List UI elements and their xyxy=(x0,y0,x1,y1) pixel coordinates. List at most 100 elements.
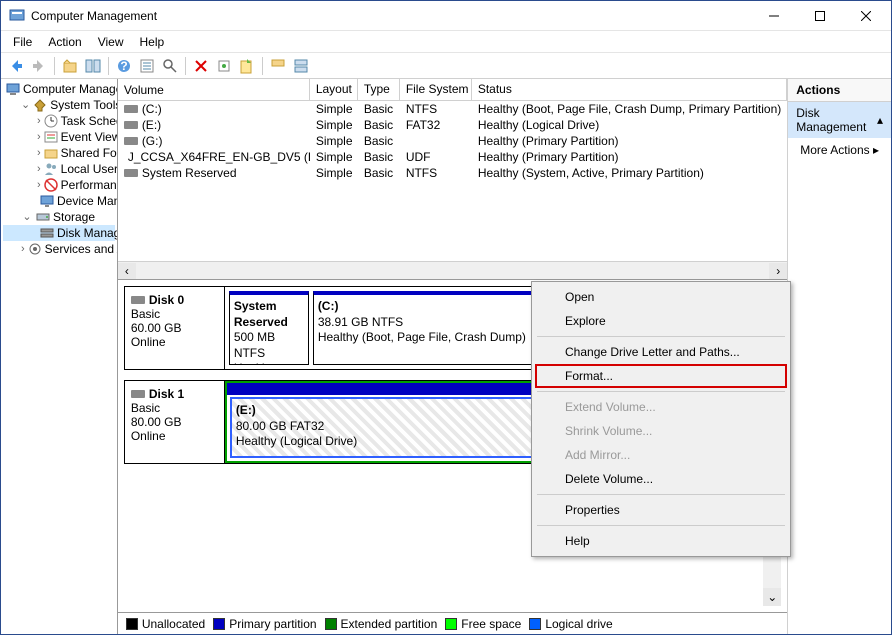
tree-storage[interactable]: ⌄Storage xyxy=(3,209,115,225)
computer-icon xyxy=(5,81,21,97)
refresh-button[interactable] xyxy=(236,55,258,77)
tree-disk-management[interactable]: Disk Management xyxy=(3,225,115,241)
tree-services[interactable]: ›Services and Applications xyxy=(3,241,115,257)
context-item-change-drive-letter-and-paths[interactable]: Change Drive Letter and Paths... xyxy=(535,340,787,364)
menu-action[interactable]: Action xyxy=(40,33,89,51)
expand-icon[interactable]: › xyxy=(37,164,41,175)
title-bar: Computer Management xyxy=(1,1,891,31)
context-item-extend-volume: Extend Volume... xyxy=(535,395,787,419)
context-separator xyxy=(537,494,785,495)
context-item-format[interactable]: Format... xyxy=(535,364,787,388)
delete-button[interactable] xyxy=(190,55,212,77)
tree-event-viewer[interactable]: ›Event Viewer xyxy=(3,129,115,145)
context-item-explore[interactable]: Explore xyxy=(535,309,787,333)
volume-list[interactable]: (C:)SimpleBasicNTFSHealthy (Boot, Page F… xyxy=(118,101,787,261)
storage-icon xyxy=(35,209,51,225)
device-icon xyxy=(39,193,55,209)
actions-pane: Actions Disk Management ▴ More Actions ▸ xyxy=(788,79,891,634)
legend-item: Free space xyxy=(445,617,521,631)
close-button[interactable] xyxy=(843,2,889,30)
actions-more[interactable]: More Actions ▸ xyxy=(788,138,891,162)
disk-label[interactable]: Disk 1 Basic 80.00 GB Online xyxy=(125,381,225,463)
context-item-add-mirror: Add Mirror... xyxy=(535,443,787,467)
legend-item: Extended partition xyxy=(325,617,438,631)
menu-view[interactable]: View xyxy=(90,33,132,51)
context-item-delete-volume[interactable]: Delete Volume... xyxy=(535,467,787,491)
performance-icon xyxy=(43,177,59,193)
view-top-button[interactable] xyxy=(267,55,289,77)
action-button[interactable] xyxy=(213,55,235,77)
tree-device-manager[interactable]: Device Manager xyxy=(3,193,115,209)
users-icon xyxy=(43,161,59,177)
menu-file[interactable]: File xyxy=(5,33,40,51)
volume-list-header: Volume Layout Type File System Status xyxy=(118,79,787,101)
horizontal-scrollbar[interactable]: ‹ › xyxy=(118,261,787,279)
properties-button[interactable] xyxy=(136,55,158,77)
event-icon xyxy=(43,129,59,145)
col-status[interactable]: Status xyxy=(472,79,787,100)
col-layout[interactable]: Layout xyxy=(310,79,358,100)
services-icon xyxy=(27,241,43,257)
tree-local-users[interactable]: ›Local Users and Groups xyxy=(3,161,115,177)
legend-item: Logical drive xyxy=(529,617,612,631)
volume-row[interactable]: (G:)SimpleBasicHealthy (Primary Partitio… xyxy=(118,133,787,149)
partition[interactable]: System Reserved 500 MB NTFS Healthy (Sys… xyxy=(229,291,309,365)
menu-help[interactable]: Help xyxy=(132,33,173,51)
context-item-open[interactable]: Open xyxy=(535,285,787,309)
expand-icon[interactable]: › xyxy=(37,116,41,127)
expand-icon[interactable]: › xyxy=(37,132,41,143)
context-separator xyxy=(537,336,785,337)
console-tree[interactable]: Computer Management (Local) ⌄ System Too… xyxy=(1,79,118,634)
tree-root[interactable]: Computer Management (Local) xyxy=(3,81,115,97)
menu-bar: File Action View Help xyxy=(1,31,891,53)
volume-row[interactable]: (C:)SimpleBasicNTFSHealthy (Boot, Page F… xyxy=(118,101,787,117)
expand-icon[interactable]: › xyxy=(37,180,41,191)
context-item-properties[interactable]: Properties xyxy=(535,498,787,522)
context-separator xyxy=(537,391,785,392)
disk-icon xyxy=(131,390,145,398)
actions-header: Actions xyxy=(788,79,891,102)
disk-mgmt-icon xyxy=(39,225,55,241)
context-item-shrink-volume: Shrink Volume... xyxy=(535,419,787,443)
tree-task-scheduler[interactable]: ›Task Scheduler xyxy=(3,113,115,129)
collapse-icon[interactable]: ⌄ xyxy=(21,212,33,223)
collapse-icon[interactable]: ▴ xyxy=(877,113,883,127)
volume-row[interactable]: System ReservedSimpleBasicNTFSHealthy (S… xyxy=(118,165,787,181)
expand-icon[interactable]: › xyxy=(37,148,41,159)
view-bottom-button[interactable] xyxy=(290,55,312,77)
tree-system-tools[interactable]: ⌄ System Tools xyxy=(3,97,115,113)
volume-row[interactable]: (E:)SimpleBasicFAT32Healthy (Logical Dri… xyxy=(118,117,787,133)
col-type[interactable]: Type xyxy=(358,79,400,100)
legend: UnallocatedPrimary partitionExtended par… xyxy=(118,612,787,634)
minimize-button[interactable] xyxy=(751,2,797,30)
scroll-left-icon[interactable]: ‹ xyxy=(118,263,136,279)
col-volume[interactable]: Volume xyxy=(118,79,310,100)
svg-text:?: ? xyxy=(120,59,127,73)
context-item-help[interactable]: Help xyxy=(535,529,787,553)
clock-icon xyxy=(43,113,59,129)
expand-icon[interactable]: › xyxy=(21,244,25,255)
scroll-down-icon[interactable]: ⌄ xyxy=(763,588,781,606)
forward-button[interactable] xyxy=(28,55,50,77)
actions-section[interactable]: Disk Management ▴ xyxy=(788,102,891,138)
disk-label[interactable]: Disk 0 Basic 60.00 GB Online xyxy=(125,287,225,369)
help-button[interactable]: ? xyxy=(113,55,135,77)
up-button[interactable] xyxy=(59,55,81,77)
window-title: Computer Management xyxy=(31,9,751,23)
collapse-icon[interactable]: ⌄ xyxy=(21,100,30,111)
tree-shared-folders[interactable]: ›Shared Folders xyxy=(3,145,115,161)
find-button[interactable] xyxy=(159,55,181,77)
maximize-button[interactable] xyxy=(797,2,843,30)
tools-icon xyxy=(32,97,48,113)
legend-item: Primary partition xyxy=(213,617,316,631)
toolbar: ? xyxy=(1,53,891,79)
volume-row[interactable]: J_CCSA_X64FRE_EN-GB_DV5 (D:)SimpleBasicU… xyxy=(118,149,787,165)
context-menu[interactable]: OpenExplore Change Drive Letter and Paths… xyxy=(531,281,791,557)
col-fs[interactable]: File System xyxy=(400,79,472,100)
scroll-right-icon[interactable]: › xyxy=(769,263,787,279)
folder-icon xyxy=(43,145,59,161)
back-button[interactable] xyxy=(5,55,27,77)
context-separator xyxy=(537,525,785,526)
show-hide-button[interactable] xyxy=(82,55,104,77)
tree-performance[interactable]: ›Performance xyxy=(3,177,115,193)
